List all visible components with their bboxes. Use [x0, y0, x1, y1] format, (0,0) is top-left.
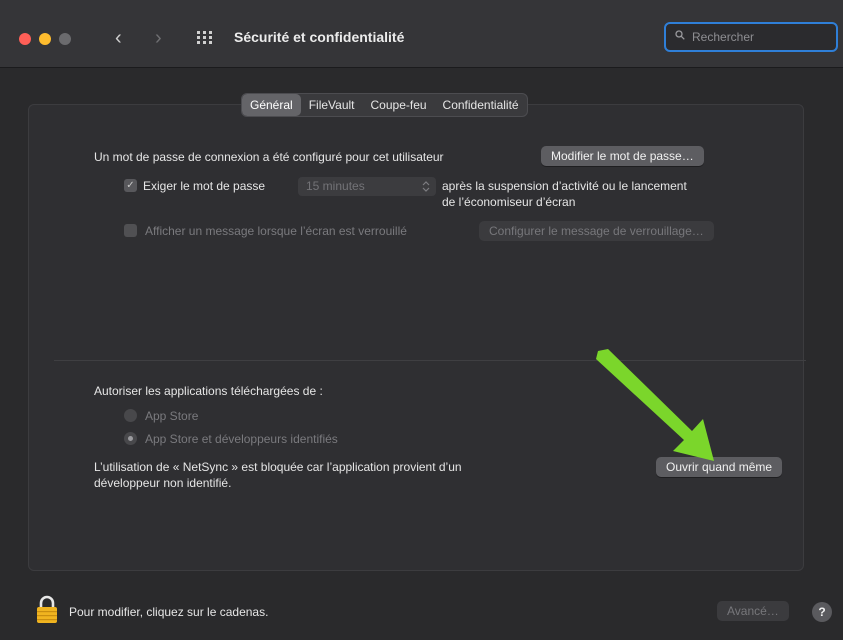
open-anyway-button[interactable]: Ouvrir quand même — [656, 457, 783, 477]
tab-general[interactable]: Général — [242, 94, 301, 116]
search-field[interactable] — [664, 22, 838, 52]
require-password-suffix-1: après la suspension d’activité ou le lan… — [442, 179, 687, 193]
search-icon — [675, 30, 685, 40]
section-divider — [54, 360, 806, 361]
tab-filevault[interactable]: FileVault — [301, 94, 363, 116]
radio-app-store[interactable] — [124, 409, 137, 422]
require-password-checkbox[interactable]: ✓ — [124, 179, 137, 192]
close-window-button[interactable] — [19, 33, 31, 45]
minimize-window-button[interactable] — [39, 33, 51, 45]
require-password-suffix-2: de l’économiseur d’écran — [442, 195, 576, 209]
advanced-button[interactable]: Avancé… — [717, 601, 789, 621]
change-password-button[interactable]: Modifier le mot de passe… — [541, 146, 704, 166]
radio-app-store-label: App Store — [145, 409, 199, 423]
back-chevron-icon[interactable]: ‹ — [115, 26, 122, 50]
tab-firewall[interactable]: Coupe-feu — [363, 94, 435, 116]
password-delay-select[interactable]: 15 minutes — [298, 177, 436, 196]
search-input[interactable] — [692, 28, 832, 46]
title-bar: ‹ › Sécurité et confidentialité — [0, 0, 843, 68]
password-notice: Un mot de passe de connexion a été confi… — [94, 150, 444, 164]
configure-lock-message-button[interactable]: Configurer le message de verrouillage… — [479, 221, 714, 241]
blocked-app-message-1: L’utilisation de « NetSync » est bloquée… — [94, 460, 462, 474]
require-password-label: Exiger le mot de passe — [143, 179, 266, 193]
lock-instruction: Pour modifier, cliquez sur le cadenas. — [69, 605, 269, 619]
tab-bar: Général FileVault Coupe-feu Confidential… — [241, 93, 528, 117]
radio-app-store-identified[interactable] — [124, 432, 137, 445]
lock-icon[interactable] — [35, 594, 59, 624]
show-all-grid-icon[interactable] — [197, 31, 213, 45]
radio-app-store-identified-label: App Store et développeurs identifiés — [145, 432, 338, 446]
window-title: Sécurité et confidentialité — [234, 29, 405, 45]
password-delay-value: 15 minutes — [306, 179, 365, 193]
updown-chevron-icon — [422, 181, 430, 192]
forward-chevron-icon[interactable]: › — [155, 26, 162, 50]
checkmark-icon: ✓ — [126, 180, 135, 191]
settings-panel — [28, 104, 804, 571]
downloads-heading: Autoriser les applications téléchargées … — [94, 384, 323, 398]
zoom-window-button[interactable] — [59, 33, 71, 45]
help-button[interactable]: ? — [812, 602, 832, 622]
tab-privacy[interactable]: Confidentialité — [435, 94, 527, 116]
lock-message-label: Afficher un message lorsque l’écran est … — [145, 224, 407, 238]
blocked-app-message-2: développeur non identifié. — [94, 476, 232, 490]
lock-message-checkbox[interactable] — [124, 224, 137, 237]
